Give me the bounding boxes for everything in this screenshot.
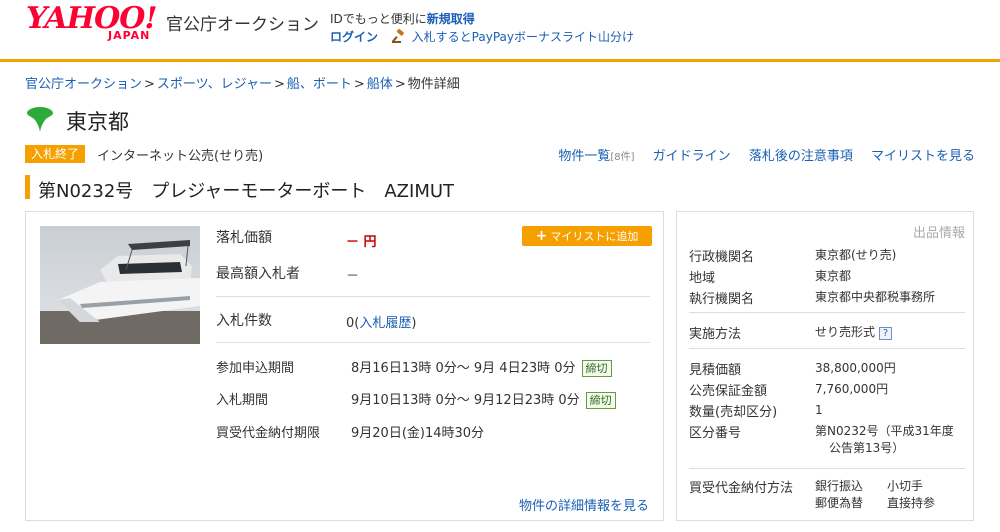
login-link[interactable]: ログイン bbox=[330, 30, 378, 44]
after-win-link[interactable]: 落札後の注意事項 bbox=[749, 149, 853, 164]
region-value: 東京都 bbox=[815, 269, 852, 283]
agency-label: 行政機関名 bbox=[689, 250, 755, 265]
item-photo[interactable] bbox=[40, 226, 200, 344]
service-name[interactable]: 官公庁オークション bbox=[166, 10, 319, 35]
deposit-label: 公売保証金額 bbox=[689, 384, 768, 399]
divider bbox=[216, 342, 650, 343]
price-label: 落札価額 bbox=[216, 230, 272, 246]
method-value: せり売形式? bbox=[815, 324, 893, 341]
view-mylist-link[interactable]: マイリストを見る bbox=[871, 149, 975, 164]
bid-count-label: 入札件数 bbox=[216, 313, 272, 329]
bid-period-text: 9月10日13時 0分～ 9月12日23時 0分 bbox=[351, 393, 580, 408]
register-link[interactable]: 新規取得 bbox=[427, 12, 475, 26]
tokyo-ginkgo-icon bbox=[27, 107, 53, 132]
header-links: ログイン 入札するとPayPayボーナスライト山分け bbox=[330, 28, 634, 45]
gavel-icon bbox=[391, 29, 404, 43]
apply-period-value: 8月16日13時 0分～ 9月 4日23時 0分 締切 bbox=[351, 357, 612, 377]
breadcrumb-current: 物件詳細 bbox=[407, 77, 460, 92]
id-prompt-text: IDでもっと便利に bbox=[330, 12, 427, 26]
payment-method-line1: 銀行振込 小切手 bbox=[815, 479, 924, 493]
closed-tag: 締切 bbox=[581, 360, 612, 377]
breadcrumb-separator: > bbox=[353, 77, 365, 92]
lot-number-value: 第N0232号（平成31年度 公告第13号） bbox=[815, 423, 954, 457]
bid-count-number: 0 bbox=[346, 316, 355, 331]
listing-info-header: 出品情報 bbox=[912, 226, 965, 241]
sale-type: インターネット公売(せり売) bbox=[97, 149, 264, 164]
agency-value: 東京都(せり売) bbox=[815, 248, 897, 262]
breadcrumb-item-kankocho[interactable]: 官公庁オークション bbox=[25, 77, 142, 92]
executing-org-label: 執行機関名 bbox=[689, 292, 755, 307]
paypay-bonus-link[interactable]: 入札するとPayPayボーナスライト山分け bbox=[412, 30, 634, 44]
breadcrumb: 官公庁オークション > スポーツ、レジャー > 船、ボート > 船体 > 物件詳細 bbox=[25, 73, 460, 92]
bid-count-value: 0(入札履歴) bbox=[346, 316, 417, 331]
breadcrumb-item-sports[interactable]: スポーツ、レジャー bbox=[157, 77, 272, 92]
main-panel: 落札価額 － 円 + マイリストに追加 最高額入札者 － 入札件数 0(入札履歴)… bbox=[25, 211, 664, 521]
title-accent-bar bbox=[25, 175, 30, 199]
top-bidder-label: 最高額入札者 bbox=[216, 266, 300, 282]
quantity-label: 数量(売却区分) bbox=[689, 405, 778, 420]
yahoo-japan-logo[interactable]: YAHOO! JAPAN bbox=[26, 4, 158, 43]
item-title: 第N0232号 プレジャーモーターボート AZIMUT bbox=[38, 181, 455, 202]
item-list-label: 物件一覧 bbox=[558, 149, 611, 164]
lot-number-line2: 公告第13号） bbox=[829, 441, 905, 455]
breadcrumb-item-boats[interactable]: 船、ボート bbox=[287, 77, 352, 92]
add-to-mylist-label: マイリストに追加 bbox=[550, 230, 639, 243]
top-bidder-value: － bbox=[346, 269, 360, 284]
estimate-value: 38,800,000円 bbox=[815, 361, 896, 375]
executing-org-value: 東京都中央都税事務所 bbox=[815, 290, 936, 304]
price-value: － 円 bbox=[346, 231, 377, 250]
logo-sub-text: JAPAN bbox=[108, 29, 151, 42]
method-label: 実施方法 bbox=[689, 327, 742, 342]
header: YAHOO! JAPAN 官公庁オークション IDでもっと便利に新規取得 ログイ… bbox=[0, 0, 1000, 62]
bid-period-label: 入札期間 bbox=[216, 393, 269, 408]
top-links: 物件一覧[8件] ガイドライン 落札後の注意事項 マイリストを見る bbox=[544, 145, 975, 164]
divider bbox=[689, 312, 965, 313]
item-list-link[interactable]: 物件一覧[8件] bbox=[558, 149, 634, 164]
add-to-mylist-button[interactable]: + マイリストに追加 bbox=[522, 226, 652, 246]
payment-method-line2: 郵便為替 直接持参 bbox=[815, 496, 936, 510]
divider bbox=[689, 348, 965, 349]
status-badge: 入札終了 bbox=[25, 145, 86, 163]
bid-history-link[interactable]: 入札履歴 bbox=[359, 316, 411, 331]
divider bbox=[689, 468, 965, 469]
region-label: 地域 bbox=[689, 271, 716, 286]
divider bbox=[216, 296, 650, 297]
help-icon[interactable]: ? bbox=[879, 327, 893, 340]
bid-period-value: 9月10日13時 0分～ 9月12日23時 0分 締切 bbox=[351, 389, 616, 409]
method-text: せり売形式 bbox=[815, 325, 876, 339]
register-prompt: IDでもっと便利に新規取得 bbox=[330, 10, 475, 27]
lot-number-label: 区分番号 bbox=[689, 426, 742, 441]
quantity-value: 1 bbox=[815, 403, 823, 417]
payment-deadline-label: 買受代金納付期限 bbox=[216, 426, 321, 441]
breadcrumb-separator: > bbox=[144, 77, 155, 92]
apply-period-label: 参加申込期間 bbox=[216, 361, 295, 376]
estimate-label: 見積価額 bbox=[689, 363, 742, 378]
breadcrumb-separator: > bbox=[394, 77, 406, 92]
closed-tag: 締切 bbox=[585, 392, 616, 409]
item-count: [8件] bbox=[610, 152, 635, 163]
plus-icon: + bbox=[535, 228, 548, 244]
lot-number-line1: 第N0232号（平成31年度 bbox=[815, 424, 954, 438]
payment-method-label: 買受代金納付方法 bbox=[689, 481, 794, 496]
org-name[interactable]: 東京都 bbox=[66, 106, 129, 136]
breadcrumb-separator: > bbox=[273, 77, 285, 92]
payment-deadline-value: 9月20日(金)14時30分 bbox=[351, 426, 485, 441]
breadcrumb-item-hull[interactable]: 船体 bbox=[367, 77, 393, 92]
guideline-link[interactable]: ガイドライン bbox=[653, 149, 731, 164]
listing-info-panel: 出品情報 行政機関名 東京都(せり売) 地域 東京都 執行機関名 東京都中央都税… bbox=[676, 211, 974, 521]
price-amount: － 円 bbox=[346, 235, 377, 250]
apply-period-text: 8月16日13時 0分～ 9月 4日23時 0分 bbox=[351, 361, 576, 376]
item-details-link[interactable]: 物件の詳細情報を見る bbox=[519, 495, 649, 514]
deposit-value: 7,760,000円 bbox=[815, 382, 889, 396]
payment-method-value: 銀行振込 小切手 郵便為替 直接持参 bbox=[815, 478, 935, 512]
